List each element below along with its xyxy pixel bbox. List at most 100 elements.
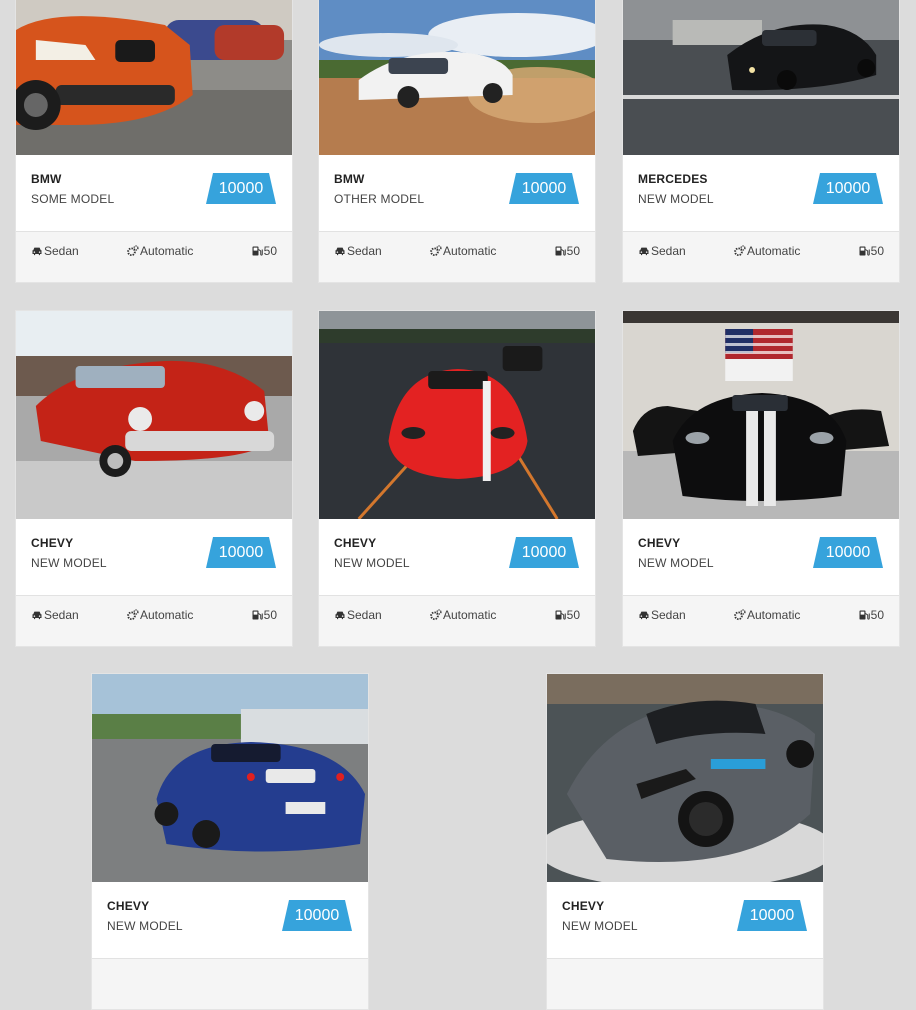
car-model: SOME MODEL [31, 192, 115, 206]
car-model: OTHER MODEL [334, 192, 425, 206]
car-make: CHEVY [107, 899, 150, 913]
car-specs [547, 958, 823, 1009]
spec-body-label: Sedan [347, 244, 382, 258]
spec-body-label: Sedan [651, 244, 686, 258]
car-make: MERCEDES [638, 172, 708, 186]
spec-body: Sedan [334, 244, 382, 258]
spec-body: Sedan [638, 608, 686, 622]
spec-transmission: Automatic [734, 608, 800, 622]
spec-body: Sedan [31, 608, 79, 622]
spec-transmission: Automatic [430, 608, 496, 622]
car-icon [335, 611, 345, 620]
price-tag: 10000 [737, 900, 807, 931]
car-card[interactable]: CHEVY NEW MODEL 10000 Sedan Automatic 50 [15, 310, 293, 647]
spec-body: Sedan [638, 244, 686, 258]
price-tag: 10000 [509, 173, 579, 204]
car-icon [335, 247, 345, 256]
car-make: BMW [31, 172, 62, 186]
price-tag: 10000 [509, 537, 579, 568]
car-photo[interactable] [16, 311, 292, 519]
spec-transmission: Automatic [127, 244, 193, 258]
car-card[interactable]: BMW SOME MODEL 10000 Sedan Automatic 50 [15, 0, 293, 283]
car-icon [639, 611, 649, 620]
spec-transmission: Automatic [734, 244, 800, 258]
fuel-pump-icon [859, 246, 870, 256]
car-icon [32, 611, 42, 620]
spec-fuel-label: 50 [263, 608, 277, 622]
spec-body: Sedan [31, 244, 79, 258]
car-card[interactable]: MERCEDES NEW MODEL 10000 Sedan Automatic… [622, 0, 900, 283]
spec-transmission-label: Automatic [443, 608, 497, 622]
car-specs [92, 958, 368, 1009]
car-model: NEW MODEL [107, 919, 183, 933]
car-specs: Sedan Automatic 50 [623, 231, 899, 282]
fuel-pump-icon [555, 610, 566, 620]
spec-fuel-label: 50 [870, 608, 884, 622]
price-tag: 10000 [282, 900, 352, 931]
car-model: NEW MODEL [638, 192, 714, 206]
car-icon [639, 247, 649, 256]
car-make: BMW [334, 172, 365, 186]
fuel-pump-icon [252, 610, 263, 620]
spec-body-label: Sedan [44, 608, 79, 622]
car-photo[interactable] [623, 0, 899, 155]
gears-icon [430, 609, 442, 621]
car-photo[interactable] [319, 0, 595, 155]
spec-fuel: 50 [858, 244, 884, 258]
price-tag: 10000 [206, 173, 276, 204]
car-photo[interactable] [547, 674, 823, 882]
car-specs: Sedan Automatic 50 [319, 231, 595, 282]
gears-icon [127, 245, 139, 257]
car-card[interactable]: CHEVY NEW MODEL 10000 Sedan Automatic 50 [622, 310, 900, 647]
spec-body: Sedan [334, 608, 382, 622]
car-model: NEW MODEL [31, 556, 107, 570]
price-tag: 10000 [813, 173, 883, 204]
car-make: CHEVY [638, 536, 681, 550]
spec-transmission: Automatic [127, 608, 193, 622]
spec-fuel: 50 [251, 608, 277, 622]
spec-body-label: Sedan [651, 608, 686, 622]
gears-icon [430, 245, 442, 257]
gears-icon [127, 609, 139, 621]
spec-fuel-label: 50 [566, 244, 580, 258]
car-photo[interactable] [92, 674, 368, 882]
car-card[interactable]: CHEVY NEW MODEL 10000 [546, 673, 824, 1010]
car-make: CHEVY [31, 536, 74, 550]
spec-fuel: 50 [251, 244, 277, 258]
car-card[interactable]: BMW OTHER MODEL 10000 Sedan Automatic 50 [318, 0, 596, 283]
spec-transmission-label: Automatic [140, 608, 194, 622]
spec-fuel: 50 [554, 244, 580, 258]
car-card[interactable]: CHEVY NEW MODEL 10000 [91, 673, 369, 1010]
car-specs: Sedan Automatic 50 [16, 595, 292, 646]
fuel-pump-icon [555, 246, 566, 256]
car-photo[interactable] [319, 311, 595, 519]
spec-transmission-label: Automatic [443, 244, 497, 258]
gears-icon [734, 245, 746, 257]
price-tag: 10000 [813, 537, 883, 568]
spec-body-label: Sedan [347, 608, 382, 622]
spec-fuel: 50 [554, 608, 580, 622]
spec-fuel: 50 [858, 608, 884, 622]
car-icon [32, 247, 42, 256]
car-card[interactable]: CHEVY NEW MODEL 10000 Sedan Automatic 50 [318, 310, 596, 647]
spec-body-label: Sedan [44, 244, 79, 258]
spec-transmission-label: Automatic [140, 244, 194, 258]
car-make: CHEVY [334, 536, 377, 550]
fuel-pump-icon [252, 246, 263, 256]
price-tag: 10000 [206, 537, 276, 568]
car-specs: Sedan Automatic 50 [16, 231, 292, 282]
car-specs: Sedan Automatic 50 [319, 595, 595, 646]
spec-transmission-label: Automatic [747, 608, 801, 622]
car-model: NEW MODEL [334, 556, 410, 570]
car-photo[interactable] [16, 0, 292, 155]
spec-fuel-label: 50 [870, 244, 884, 258]
car-model: NEW MODEL [638, 556, 714, 570]
spec-fuel-label: 50 [566, 608, 580, 622]
spec-transmission-label: Automatic [747, 244, 801, 258]
spec-transmission: Automatic [430, 244, 496, 258]
car-photo[interactable] [623, 311, 899, 519]
gears-icon [734, 609, 746, 621]
spec-fuel-label: 50 [263, 244, 277, 258]
car-model: NEW MODEL [562, 919, 638, 933]
car-specs: Sedan Automatic 50 [623, 595, 899, 646]
